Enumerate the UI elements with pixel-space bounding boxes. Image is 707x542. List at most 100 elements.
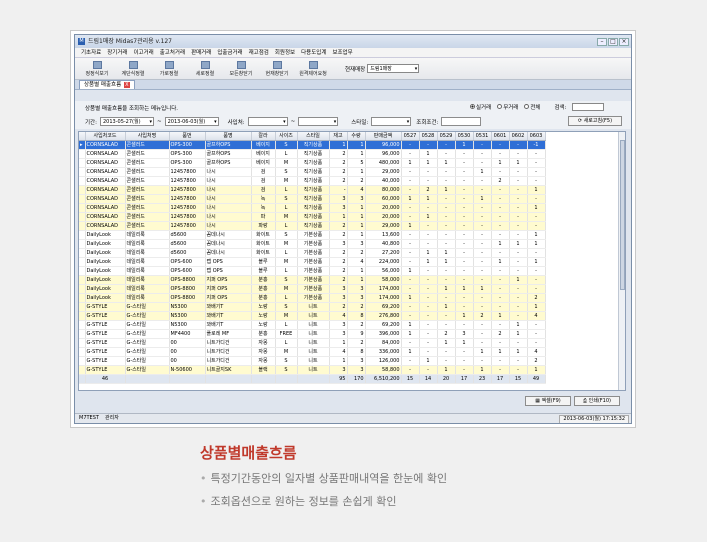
column-header[interactable]: 0529 <box>437 132 456 141</box>
table-cell: N5300 <box>169 311 206 321</box>
table-cell: 데일리룩 <box>125 257 170 267</box>
table-row[interactable]: DailyLook 데일리룩 OPS-600 랩 OPS 블루 L 기본상품 2 1 56,000… <box>79 266 546 276</box>
table-row[interactable]: CORNSALAD 콘샐러드 12457800 나시 녹 S 직기상품 3 3 60,000 1 1-… <box>79 194 546 204</box>
table-cell: - <box>401 185 420 195</box>
stair-sort-button[interactable]: 계단식정렬 <box>117 60 149 77</box>
menu-item[interactable]: 회원정보 <box>275 48 295 57</box>
table-cell: 1 <box>401 266 420 276</box>
print-button[interactable]: ⎙ 인쇄(F10) <box>574 396 620 406</box>
minimize-icon[interactable]: – <box>597 37 607 46</box>
table-row[interactable]: G-STYLE G-스타일 N-50600 니트골지SK 블랙 S 니트 3 3 58,800- -… <box>79 365 546 375</box>
table-row[interactable]: CORNSALAD 콘샐러드 12457800 나시 파 M 직기상품 1 1 20,000-1-… <box>79 212 546 222</box>
cascade-view-button[interactable]: 정정식보기 <box>81 60 113 77</box>
column-header[interactable]: 재고 <box>329 132 348 141</box>
horizontal-sort-button[interactable]: 가로정렬 <box>153 60 185 77</box>
search-label: 검색: <box>554 105 567 111</box>
table-row[interactable]: G-STYLE G-스타일 N5300 꽈배기T 노랑 S 니트 2 2 69,200- -1- - -… <box>79 302 546 312</box>
table-row[interactable]: DailyLook 데일리룩 OPS-8800 지퍼 OPS 분홍 M 기본상품 3 3 174,… <box>79 284 546 294</box>
radio-all[interactable]: 전체 <box>524 103 541 111</box>
menu-item[interactable]: 이고거래 <box>134 48 154 57</box>
scroll-thumb[interactable] <box>620 140 625 290</box>
menu-item[interactable]: 다용도입계 <box>301 48 326 57</box>
column-header[interactable]: 품번 <box>169 132 206 141</box>
table-row[interactable]: DailyLook 데일리룩 d5600 꼼데나시 화이트 M 기본상품 3 3 40,800- -… <box>79 239 546 249</box>
column-header[interactable]: 0527 <box>401 132 420 141</box>
table-row[interactable]: CORNSALAD 콘샐러드 12457800 나시 검 M 직기상품 2 2 40,000- - -… <box>79 176 546 186</box>
table-row[interactable]: G-STYLE G-스타일 00 니트가디건 자몽 M 니트 4 8 336,000 1- - -1 1 1… <box>79 347 546 357</box>
remote-control-button[interactable]: 원격제어요청 <box>297 60 329 77</box>
table-row[interactable]: CORNSALAD 콘샐러드 12457800 나시 녹 L 직기상품 3 1 20,000- - -… <box>79 203 546 213</box>
style-dropdown[interactable] <box>371 117 412 126</box>
column-header[interactable]: 스타일 <box>297 132 330 141</box>
maximize-icon[interactable]: □ <box>608 37 618 46</box>
buyer-to-dropdown[interactable] <box>298 117 339 126</box>
close-all-button[interactable]: 모든창닫기 <box>225 60 257 77</box>
table-row[interactable]: CORNSALAD 콘샐러드 12457800 나시 검 L 직기상품 -4 80,000-2 1… <box>79 185 546 195</box>
date-from-field[interactable]: 2013-05-27(월) <box>99 117 154 126</box>
menu-item[interactable]: 입출금거래 <box>217 48 242 57</box>
table-cell: - <box>473 149 492 159</box>
column-header[interactable]: 품명 <box>205 132 252 141</box>
table-cell: - <box>455 248 474 258</box>
table-cell: 12457800 <box>169 176 206 186</box>
column-header[interactable]: 0602 <box>509 132 528 141</box>
table-row[interactable]: DailyLook 데일리룩 d5600 꼼데나시 화이트 L 기본상품 2 2 27,200-1… <box>79 248 546 258</box>
condition-input[interactable] <box>441 117 482 126</box>
total-cell: 17 <box>491 373 510 384</box>
table-cell: OPS-300 <box>169 140 206 150</box>
excel-button[interactable]: ▦ 엑셀(F9) <box>525 396 571 406</box>
refresh-button[interactable]: ⟳ 새로고침(F5) <box>568 116 622 126</box>
vertical-scrollbar[interactable] <box>618 132 625 390</box>
table-row[interactable]: DailyLook 데일리룩 OPS-8800 지퍼 OPS 분홍 L 기본상품 3 3 174,… <box>79 293 546 303</box>
table-row[interactable]: G-STYLE G-스타일 MF4400 플로레 MF 분홍 FREE 니트 3 9 396,00… <box>79 329 546 339</box>
radio-real-trade[interactable]: 실거래 <box>470 103 491 111</box>
radio-no-trade[interactable]: 무거래 <box>497 103 518 111</box>
menu-item[interactable]: 판매거래 <box>191 48 211 57</box>
table-row[interactable]: G-STYLE G-스타일 N5300 꽈배기T 노랑 L 니트 3 2 69,200 1- - - - -… <box>79 320 546 330</box>
menu-item[interactable]: 기초자료 <box>81 48 101 57</box>
table-cell: 1 <box>491 347 510 357</box>
table-row[interactable]: G-STYLE G-스타일 00 니트가디건 자몽 L 니트 1 2 84,000- -1 1- - - - <box>79 338 546 348</box>
menu-item[interactable]: 장기거래 <box>107 48 127 57</box>
vertical-sort-button[interactable]: 세로정렬 <box>189 60 221 77</box>
table-cell: M <box>275 212 298 222</box>
column-header[interactable]: 사이즈 <box>275 132 298 141</box>
menu-item[interactable]: 출고처거래 <box>160 48 185 57</box>
buyer-from-dropdown[interactable] <box>247 117 288 126</box>
close-icon[interactable]: × <box>619 37 629 46</box>
column-header[interactable]: 칼라 <box>251 132 276 141</box>
column-header[interactable]: 0528 <box>419 132 438 141</box>
menu-item[interactable]: 재고점검 <box>249 48 269 57</box>
column-header[interactable]: 0601 <box>491 132 510 141</box>
table-row[interactable]: CORNSALAD 콘샐러드 12457800 나시 검 S 직기상품 2 1 29,000- - -… <box>79 167 546 177</box>
store-dropdown[interactable]: 드림1매장 <box>367 64 420 73</box>
date-to-field[interactable]: 2013-06-03(월) <box>164 117 219 126</box>
close-current-button[interactable]: 현재창닫기 <box>261 60 293 77</box>
table-cell: -1 <box>527 140 546 150</box>
table-cell: - <box>473 230 492 240</box>
column-header[interactable]: 판매금액 <box>365 132 402 141</box>
table-cell: - <box>419 167 438 177</box>
column-header[interactable]: 0603 <box>527 132 546 141</box>
table-row[interactable]: G-STYLE G-스타일 N5300 꽈배기T 노랑 M 니트 4 8 276,800- - -1 2… <box>79 311 546 321</box>
table-row[interactable]: DailyLook 데일리룩 OPS-600 랩 OPS 블루 M 기본상품 2 4 224,00… <box>79 257 546 267</box>
table-row[interactable]: DailyLook 데일리룩 d5600 꼼데나시 화이트 S 기본상품 2 1 13,600- -… <box>79 230 546 240</box>
column-header[interactable]: 사입처명 <box>125 132 170 141</box>
tab-close-icon[interactable]: X <box>124 82 130 88</box>
column-header[interactable]: 0531 <box>473 132 492 141</box>
table-row[interactable]: CORNSALAD 콘샐러드 12457800 나시 파랑 L 직기상품 2 1 29,000 1-… <box>79 221 546 231</box>
column-header[interactable]: 0530 <box>455 132 474 141</box>
tab-sales-flow[interactable]: 상품별 매출흐름 X <box>79 80 135 89</box>
table-row[interactable]: G-STYLE G-스타일 00 니트가디건 자몽 S 니트 1 3 126,000-1- - - - -… <box>79 356 546 366</box>
table-cell: - <box>491 167 510 177</box>
table-row[interactable]: DailyLook 데일리룩 OPS-8800 지퍼 OPS 분홍 S 기본상품 2 1 58,0… <box>79 275 546 285</box>
table-row[interactable]: CORNSALAD 콘샐러드 OPS-300 골프하OPS 베이지 L 직기상품 2 1 96,0… <box>79 149 546 159</box>
menu-item[interactable]: 보조업무 <box>332 48 352 57</box>
table-row[interactable]: CORNSALAD 콘샐러드 OPS-300 골프하OPS 베이지 M 직기상품 2 5 480,… <box>79 158 546 168</box>
column-header[interactable]: 수량 <box>347 132 366 141</box>
table-cell: 4 <box>527 347 546 357</box>
table-cell: - <box>455 212 474 222</box>
table-row[interactable]: ▸ CORNSALAD 콘샐러드 OPS-300 골프하OPS 베이지 S 직기상품 1 1 96,… <box>79 140 546 150</box>
column-header[interactable]: 사입처코드 <box>85 132 126 141</box>
search-input[interactable] <box>572 103 605 111</box>
